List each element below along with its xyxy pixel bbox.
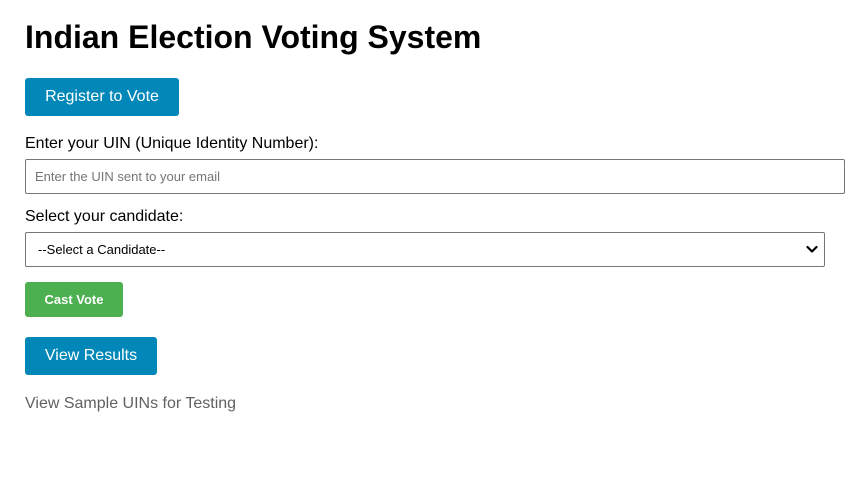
candidate-select[interactable]: --Select a Candidate-- bbox=[25, 232, 825, 267]
view-results-button[interactable]: View Results bbox=[25, 337, 157, 375]
register-to-vote-button[interactable]: Register to Vote bbox=[25, 78, 179, 116]
uin-input[interactable] bbox=[25, 159, 845, 194]
chevron-down-icon bbox=[806, 245, 818, 253]
candidate-label: Select your candidate: bbox=[25, 208, 184, 225]
uin-label: Enter your UIN (Unique Identity Number): bbox=[25, 135, 319, 152]
candidate-select-value: --Select a Candidate-- bbox=[38, 242, 166, 257]
page-title: Indian Election Voting System bbox=[25, 19, 482, 55]
view-sample-uins-link[interactable]: View Sample UINs for Testing bbox=[25, 395, 236, 413]
cast-vote-button[interactable]: Cast Vote bbox=[25, 282, 123, 317]
